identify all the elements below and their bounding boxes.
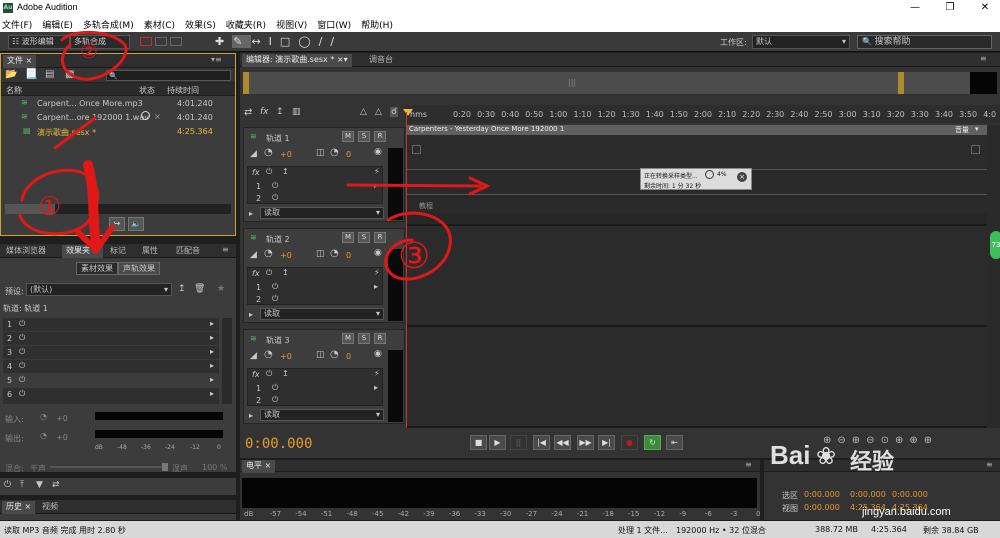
annotation-arrow-3 — [346, 183, 482, 188]
annotation-arrow-shaft — [83, 160, 101, 250]
annotation-label-2: ② — [80, 39, 98, 63]
annotation-overlay: ② ① ③ — [18, 30, 491, 281]
annotation-label-1: ① — [38, 192, 61, 222]
annotation-arrow-1 — [53, 116, 97, 150]
annotation-label-3: ③ — [398, 236, 430, 277]
